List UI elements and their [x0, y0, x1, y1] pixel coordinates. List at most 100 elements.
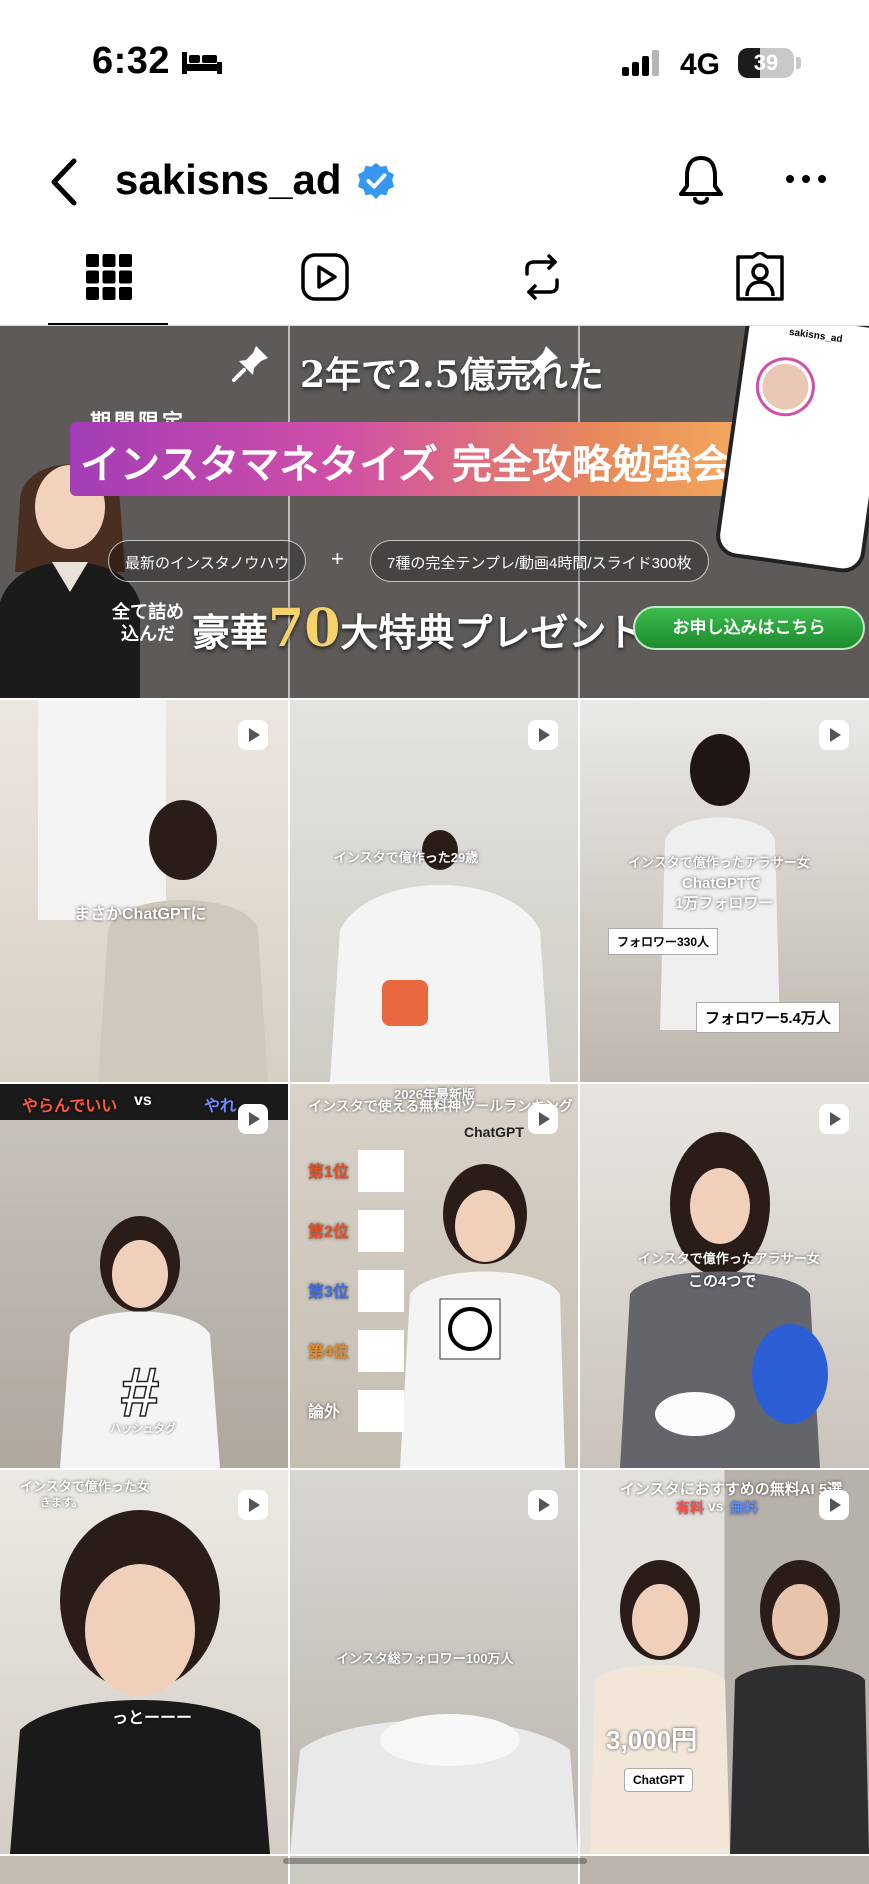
rank-label: 第3位	[308, 1284, 349, 1301]
post-caption-line: やらんでいい	[22, 1098, 118, 1115]
post-caption-line: 1万フォロワー	[675, 895, 774, 912]
post-caption-line: vs	[134, 1092, 152, 1109]
pin-icon	[232, 346, 268, 382]
post-tile[interactable]	[0, 1856, 288, 1884]
reels-icon	[238, 1104, 268, 1134]
rank-label: 第1位	[308, 1164, 349, 1181]
banner-gift-pre: 豪華	[192, 610, 269, 655]
banner-all-in-text: 全て詰め 込んだ	[112, 602, 184, 644]
rank-label: 論外	[308, 1404, 341, 1421]
posts-grid: 2年で2.5億売れた 期間限定 インスタマネタイズ 完全攻略勉強会 最新のインス…	[0, 326, 869, 1884]
tab-tagged[interactable]	[699, 240, 819, 326]
banner-title: インスタマネタイズ 完全攻略勉強会	[80, 441, 732, 488]
post-tile[interactable]: インスタで億作った29歳	[290, 700, 578, 1082]
post-caption-line: ハッシュタグ	[110, 1423, 176, 1435]
rank-box	[358, 1210, 404, 1252]
grid-icon	[86, 254, 132, 300]
rank-label: 第2位	[308, 1224, 349, 1241]
status-bar: 6:32 4G 39	[0, 0, 869, 110]
post-caption: インスタで億作った29歳	[334, 850, 479, 865]
reels-icon	[238, 720, 268, 750]
battery-icon: 39	[738, 48, 794, 78]
post-caption: まさかChatGPTに	[74, 906, 207, 923]
profile-header: sakisns_ad	[0, 140, 869, 220]
scroll-indicator[interactable]	[283, 1858, 587, 1864]
person-image	[620, 1132, 828, 1468]
follower-label: フォロワー5.4万人	[696, 1002, 840, 1033]
tagged-person-icon	[736, 252, 784, 301]
follower-label: フォロワー330人	[608, 928, 719, 955]
battery-cap	[796, 57, 801, 69]
phone-avatar	[755, 357, 815, 417]
post-caption-line: インスタにおすすめの無料AI 5選	[620, 1481, 843, 1498]
repost-icon	[525, 254, 559, 300]
pin-icon	[821, 346, 857, 382]
profile-tabs	[0, 240, 869, 326]
banner-gift: 豪華70大特典プレゼント!	[192, 598, 661, 659]
reels-icon	[301, 253, 349, 301]
banner-title-box: インスタマネタイズ 完全攻略勉強会	[70, 422, 740, 496]
reels-icon	[819, 1490, 849, 1520]
person-image	[330, 830, 550, 1082]
reels-icon	[528, 720, 558, 750]
post-tile[interactable]: やらんでいい vs やれ # ハッシュタグ	[0, 1084, 288, 1468]
post-tile[interactable]	[580, 1856, 869, 1884]
banner-gift-post: 大特典プレゼント!	[340, 610, 662, 655]
rank-box	[358, 1330, 404, 1372]
post-caption-line: っとーーー	[112, 1710, 193, 1727]
tab-reposts[interactable]	[481, 240, 601, 326]
person-image	[98, 800, 268, 1082]
post-caption-line: インスタで億作ったアラサー女	[628, 855, 810, 870]
post-tile[interactable]: インスタで億作った女 きます。 っとーーー	[0, 1470, 288, 1854]
network-type: 4G	[680, 48, 721, 81]
rank-box	[358, 1390, 404, 1432]
banner-gift-num: 70	[268, 598, 341, 659]
pinned-banner[interactable]: 2年で2.5億売れた 期間限定 インスタマネタイズ 完全攻略勉強会 最新のインス…	[0, 326, 869, 698]
post-tile[interactable]: インスタで億作ったアラサー女 ChatGPTで 1万フォロワー フォロワー330…	[580, 700, 869, 1082]
rank-box	[358, 1150, 404, 1192]
banner-chip: 7種の完全テンプレ/動画4時間/スライド300枚	[370, 540, 709, 582]
pin-icon	[522, 346, 558, 382]
post-tile[interactable]: インスタ総フォロワー100万人	[290, 1470, 578, 1854]
rank-box	[358, 1270, 404, 1312]
post-caption-line: きます。	[40, 1497, 83, 1509]
reels-icon	[528, 1104, 558, 1134]
verified-badge-icon	[357, 162, 395, 200]
post-tile[interactable]: インスタにおすすめの無料AI 5選 有料 vs 無料 3,000円 ChatGP…	[580, 1470, 869, 1854]
banner-chip: 最新のインスタノウハウ	[108, 540, 307, 582]
post-caption-line: この4つで	[688, 1273, 757, 1290]
status-time: 6:32	[92, 40, 171, 82]
bell-icon[interactable]	[676, 152, 726, 208]
post-tile[interactable]: インスタで億作ったアラサー女 この4つで	[580, 1084, 869, 1468]
post-tile[interactable]: まさかChatGPTに	[0, 700, 288, 1082]
chatgpt-label: ChatGPT	[624, 1768, 694, 1792]
bed-scene-image	[290, 1714, 578, 1854]
tab-grid[interactable]	[48, 240, 168, 326]
reels-icon	[819, 1104, 849, 1134]
more-dots-icon[interactable]	[784, 168, 828, 190]
tab-reels[interactable]	[264, 240, 384, 326]
post-caption-line: インスタで億作った女	[20, 1479, 150, 1494]
person-image	[590, 1560, 869, 1854]
post-caption-line: インスタで億作ったアラサー女	[638, 1251, 820, 1266]
banner-plus: +	[331, 546, 344, 571]
post-caption-line: ChatGPTで	[682, 875, 762, 892]
signal-icon	[622, 50, 659, 76]
rank-label: 第4位	[308, 1344, 349, 1361]
person-image	[10, 1510, 270, 1854]
post-caption: インスタ総フォロワー100万人	[336, 1651, 514, 1666]
post-caption-line: 有料	[676, 1500, 704, 1516]
reels-icon	[819, 720, 849, 750]
reels-icon	[528, 1490, 558, 1520]
post-tile[interactable]: 2026年最新版 インスタで使える無料神ツールランキング ChatGPT 第1位…	[290, 1084, 578, 1468]
apply-button[interactable]: お申し込みはこちら	[633, 606, 865, 650]
battery-level: 39	[753, 50, 779, 75]
post-caption-line: 無料	[730, 1500, 758, 1516]
post-caption-line: ChatGPT	[464, 1124, 524, 1140]
post-caption-line: vs	[708, 1498, 724, 1514]
post-caption-line: やれ	[204, 1098, 237, 1115]
price-label: 3,000円	[606, 1725, 698, 1755]
profile-username: sakisns_ad	[115, 156, 342, 203]
back-chevron-icon[interactable]	[44, 155, 84, 209]
reels-icon	[238, 1490, 268, 1520]
